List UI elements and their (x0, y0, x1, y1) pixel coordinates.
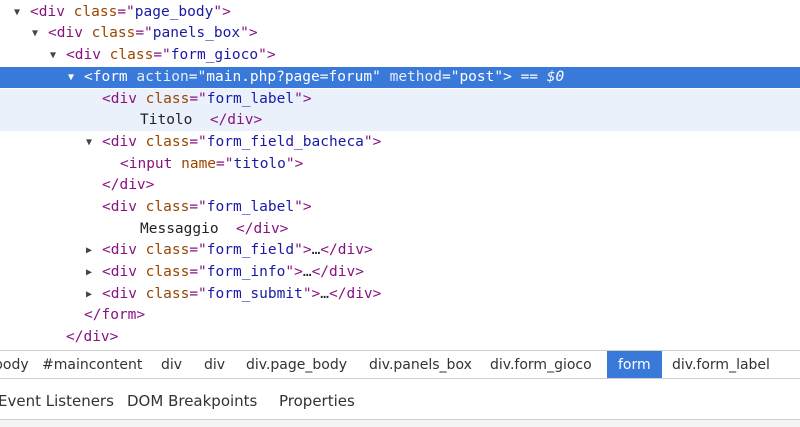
dom-node-form-selected[interactable]: ▼ <form action="main.php?page=forum" met… (0, 67, 800, 88)
dom-node-panels-box[interactable]: ▼ <div class="panels_box"> (0, 23, 800, 44)
selected-node-marker: == $0 (520, 69, 565, 85)
breadcrumb-item[interactable]: div.form_label (672, 351, 770, 378)
elements-dom-tree: ▼ <div class="page_body"> ▼ <div class="… (0, 0, 800, 350)
collapsed-triangle-icon[interactable]: ▶ (86, 240, 98, 261)
breadcrumb-item[interactable]: div (161, 351, 182, 378)
breadcrumb-item-active[interactable]: form (607, 351, 662, 378)
breadcrumb-item[interactable]: #maincontent (42, 351, 142, 378)
breadcrumb-item[interactable]: div.page_body (246, 351, 347, 378)
tab-properties[interactable]: Properties (279, 379, 355, 419)
dom-node-close-div[interactable]: </div> (0, 175, 800, 196)
dom-node-form-label[interactable]: <div class="form_label"> (0, 89, 800, 110)
breadcrumb-item[interactable]: div.panels_box (369, 351, 472, 378)
panel-divider (0, 420, 800, 427)
dom-node-close-form[interactable]: </form> (0, 305, 800, 326)
dom-node-form-label-2[interactable]: <div class="form_label"> (0, 197, 800, 218)
expand-triangle-icon[interactable]: ▼ (50, 45, 62, 66)
breadcrumb-item[interactable]: div (204, 351, 225, 378)
dom-node-page-body[interactable]: ▼ <div class="page_body"> (0, 2, 800, 23)
expand-triangle-icon[interactable]: ▼ (68, 67, 80, 88)
dom-node-input-titolo[interactable]: <input name="titolo"> (0, 154, 800, 175)
breadcrumb-item[interactable]: div.form_gioco (490, 351, 592, 378)
expand-triangle-icon[interactable]: ▼ (32, 23, 44, 44)
dom-node-form-field[interactable]: ▶ <div class="form_field">…</div> (0, 240, 800, 261)
breadcrumb: body #maincontent div div div.page_body … (0, 350, 800, 379)
expand-triangle-icon[interactable]: ▼ (86, 132, 98, 153)
breadcrumb-item[interactable]: body (0, 351, 29, 378)
tab-event-listeners[interactable]: Event Listeners (0, 379, 114, 419)
collapsed-triangle-icon[interactable]: ▶ (86, 284, 98, 305)
dom-node-form-field-bacheca[interactable]: ▼ <div class="form_field_bacheca"> (0, 132, 800, 153)
dom-node-form-submit[interactable]: ▶ <div class="form_submit">…</div> (0, 284, 800, 305)
tab-dom-breakpoints[interactable]: DOM Breakpoints (127, 379, 257, 419)
dom-node-form-gioco[interactable]: ▼ <div class="form_gioco"> (0, 45, 800, 66)
sidebar-tab-strip: Event Listeners DOM Breakpoints Properti… (0, 379, 800, 420)
dom-text-titolo[interactable]: Titolo </div> (0, 110, 800, 131)
dom-node-close-div-2[interactable]: </div> (0, 327, 800, 348)
collapsed-triangle-icon[interactable]: ▶ (86, 262, 98, 283)
dom-node-form-info[interactable]: ▶ <div class="form_info">…</div> (0, 262, 800, 283)
expand-triangle-icon[interactable]: ▼ (14, 2, 26, 23)
dom-text-messaggio[interactable]: Messaggio </div> (0, 219, 800, 240)
